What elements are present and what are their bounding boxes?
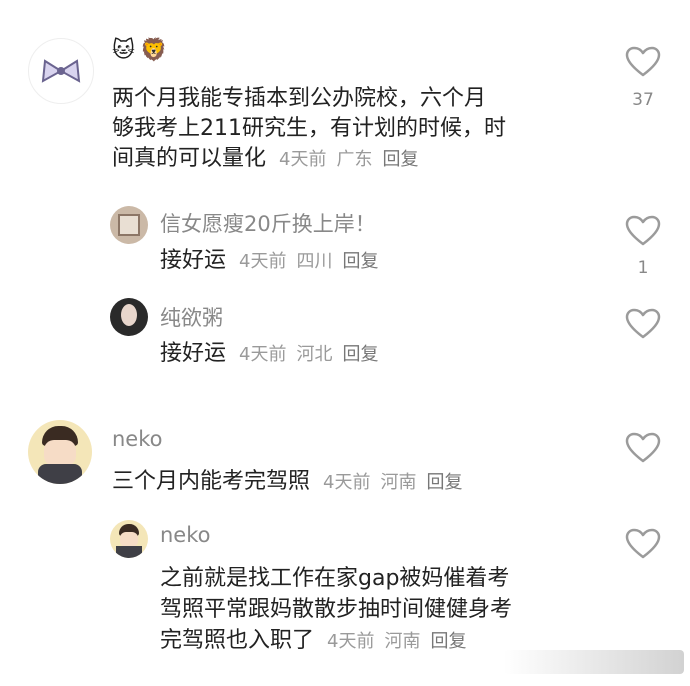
comment-text: 接好运 4天前 四川 回复 [160, 246, 600, 277]
timestamp: 4天前 [239, 344, 287, 365]
bow-avatar-icon [41, 59, 81, 83]
avatar-image [44, 440, 76, 466]
timestamp: 4天前 [323, 472, 371, 493]
author-name[interactable]: neko [160, 523, 211, 547]
comment-text-line: 两个月我能专插本到公办院校，六个月 [112, 86, 487, 111]
location: 广东 [336, 149, 373, 170]
comment-text-line: 之前就是找工作在家gap被妈催着考 [160, 566, 510, 591]
avatar-image [118, 214, 140, 236]
avatar-image [38, 464, 82, 484]
comment-text: 接好运 4天前 河北 回复 [160, 339, 600, 370]
reply-button[interactable]: 回复 [342, 251, 378, 272]
location: 河南 [380, 472, 417, 493]
watermark [504, 650, 684, 674]
location: 河南 [384, 631, 421, 652]
avatar[interactable] [110, 520, 148, 558]
avatar[interactable] [110, 298, 148, 336]
like-count: 37 [632, 90, 654, 110]
comment-text-line: 间真的可以量化 4天前 广东 回复 [112, 144, 602, 175]
heart-outline-icon[interactable] [625, 308, 661, 340]
comment-text: 接好运 [160, 248, 227, 273]
avatar[interactable] [28, 38, 94, 104]
author-name[interactable]: 纯欲粥 [160, 302, 223, 332]
comment-text: 接好运 [160, 341, 227, 366]
location: 四川 [296, 251, 333, 272]
heart-outline-icon[interactable] [625, 215, 661, 247]
timestamp: 4天前 [279, 149, 327, 170]
comment-meta: 4天前 河南 回复 [323, 472, 472, 493]
avatar-image [116, 546, 142, 558]
reply-button[interactable]: 回复 [430, 631, 466, 652]
heart-outline-icon[interactable] [625, 46, 661, 78]
avatar[interactable] [28, 420, 92, 484]
author-emoji: 🐱 [112, 38, 135, 63]
comment-text: 之前就是找工作在家gap被妈催着考 驾照平常跟妈散散步抽时间健健身考 完驾照也入… [160, 563, 600, 657]
author-name[interactable]: 信女愿瘦20斤换上岸！ [160, 208, 376, 238]
timestamp: 4天前 [239, 251, 287, 272]
comment-text-line: 间真的可以量化 [112, 146, 267, 171]
comment-meta: 4天前 四川 回复 [239, 251, 388, 272]
heart-outline-icon[interactable] [625, 528, 661, 560]
reply-button[interactable]: 回复 [382, 149, 418, 170]
comment-meta: 4天前 河北 回复 [239, 344, 388, 365]
comment-text: 三个月内能考完驾照 [112, 469, 311, 494]
comment-text-line: 够我考上211研究生，有计划的时候，时 [112, 116, 506, 141]
timestamp: 4天前 [327, 631, 375, 652]
comment-text: 三个月内能考完驾照 4天前 河南 回复 [112, 467, 602, 498]
comment-text-line: 驾照平常跟妈散散步抽时间健健身考 [160, 597, 513, 622]
heart-outline-icon[interactable] [625, 432, 661, 464]
author-emoji: 🦁 [140, 38, 168, 63]
location: 河北 [296, 344, 333, 365]
reply-button[interactable]: 回复 [342, 344, 378, 365]
avatar-image [121, 304, 137, 326]
like-count: 1 [637, 258, 649, 278]
avatar-image [120, 532, 138, 547]
comment-text-line: 完驾照也入职了 [160, 628, 315, 653]
comment-meta: 4天前 广东 回复 [279, 149, 428, 170]
reply-button[interactable]: 回复 [426, 472, 462, 493]
comment-text: 两个月我能专插本到公办院校，六个月 够我考上211研究生，有计划的时候，时 间真… [112, 84, 602, 175]
avatar[interactable] [110, 206, 148, 244]
author-name[interactable]: neko [112, 427, 163, 451]
comment-meta: 4天前 河南 回复 [327, 631, 476, 652]
